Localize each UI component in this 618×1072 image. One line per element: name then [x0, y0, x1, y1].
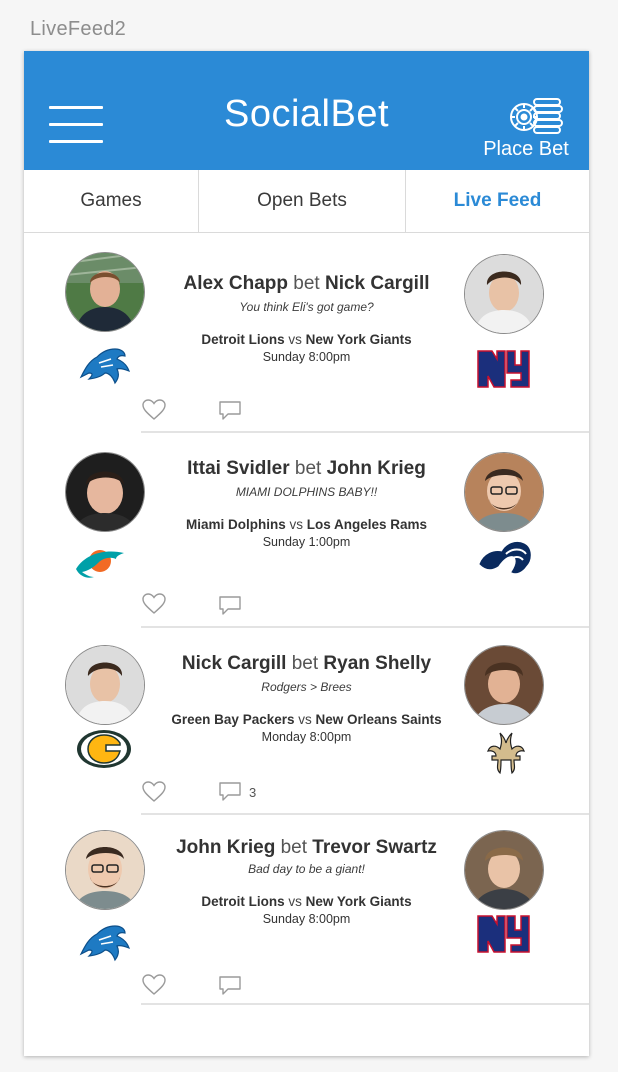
vs-label: vs	[289, 517, 303, 532]
matchup: Detroit Lions vs New York Giants	[154, 332, 459, 347]
opponent-name[interactable]: Ryan Shelly	[323, 653, 431, 674]
bet-summary: Alex Chapp bet Nick Cargill You think El…	[154, 273, 459, 364]
tab-bar: Games Open Bets Live Feed	[24, 170, 589, 233]
phone-screen: SocialBet Place Bet Games Open Bets Live…	[24, 51, 589, 1056]
opponent-name[interactable]: Trevor Swartz	[312, 837, 437, 858]
bettor-name[interactable]: Alex Chapp	[183, 273, 288, 294]
team-a: Green Bay Packers	[171, 712, 295, 727]
tab-live-feed[interactable]: Live Feed	[405, 170, 589, 232]
bet-word: bet	[294, 458, 322, 479]
bet-quote: MIAMI DOLPHINS BABY!!	[235, 485, 378, 499]
los-angeles-rams-logo	[476, 536, 536, 580]
bet-summary: Ittai Svidler bet John Krieg MIAMI DOLPH…	[154, 458, 459, 549]
team-b: New York Giants	[305, 332, 412, 347]
comment-bubble-icon[interactable]	[218, 400, 242, 422]
bet-quote: Rodgers > Brees	[261, 680, 352, 694]
opponent-avatar[interactable]	[465, 646, 543, 724]
vs-label: vs	[288, 894, 302, 909]
new-york-giants-logo	[476, 912, 536, 956]
place-bet-label: Place Bet	[483, 138, 569, 160]
detroit-lions-logo	[75, 343, 135, 387]
like-heart-icon[interactable]	[142, 399, 166, 421]
feed-item[interactable]: Nick Cargill bet Ryan Shelly Rodgers > B…	[24, 628, 589, 815]
like-heart-icon[interactable]	[142, 974, 166, 996]
miami-dolphins-logo	[72, 539, 132, 583]
game-time: Sunday 8:00pm	[262, 912, 351, 926]
team-b: New Orleans Saints	[315, 712, 442, 727]
team-a: Detroit Lions	[201, 332, 285, 347]
game-time: Monday 8:00pm	[261, 730, 352, 744]
team-b: Los Angeles Rams	[306, 517, 428, 532]
bet-summary: John Krieg bet Trevor Swartz Bad day to …	[154, 837, 459, 926]
bet-quote: Bad day to be a giant!	[248, 862, 365, 876]
comment-bubble-icon[interactable]	[218, 595, 242, 617]
vs-label: vs	[288, 332, 302, 347]
like-heart-icon[interactable]	[142, 781, 166, 803]
matchup: Miami Dolphins vs Los Angeles Rams	[154, 517, 459, 532]
game-time: Sunday 8:00pm	[262, 350, 351, 364]
detroit-lions-logo	[75, 920, 135, 964]
team-a: Miami Dolphins	[185, 517, 286, 532]
bettor-avatar[interactable]	[66, 253, 144, 331]
casino-chips-icon	[510, 98, 563, 134]
vs-label: vs	[298, 712, 312, 727]
bet-quote: You think Eli's got game?	[239, 300, 374, 314]
comment-count: 3	[249, 785, 257, 800]
bettor-name[interactable]: Ittai Svidler	[187, 458, 289, 479]
feed-divider	[141, 1003, 589, 1005]
opponent-avatar[interactable]	[465, 453, 543, 531]
place-bet-button[interactable]: Place Bet	[483, 97, 569, 161]
team-a: Detroit Lions	[201, 894, 285, 909]
opponent-avatar[interactable]	[465, 831, 543, 909]
new-orleans-saints-logo	[476, 731, 536, 775]
bet-word: bet	[291, 653, 319, 674]
matchup: Green Bay Packers vs New Orleans Saints	[154, 712, 459, 727]
opponent-name[interactable]: Nick Cargill	[325, 273, 430, 294]
tab-games[interactable]: Games	[24, 170, 198, 232]
bet-word: bet	[280, 837, 308, 858]
bettor-avatar[interactable]	[66, 646, 144, 724]
app-header: SocialBet Place Bet	[24, 51, 589, 170]
new-york-giants-logo	[476, 347, 536, 391]
artboard-label: LiveFeed2	[30, 18, 127, 40]
bet-word: bet	[293, 273, 320, 294]
feed-item[interactable]: Ittai Svidler bet John Krieg MIAMI DOLPH…	[24, 433, 589, 628]
opponent-avatar[interactable]	[465, 255, 543, 333]
green-bay-packers-logo	[74, 727, 134, 771]
comment-bubble-icon[interactable]	[218, 781, 242, 803]
feed-item[interactable]: Alex Chapp bet Nick Cargill You think El…	[24, 233, 589, 433]
game-time: Sunday 1:00pm	[262, 535, 351, 549]
comment-bubble-icon[interactable]	[218, 975, 242, 997]
bet-summary: Nick Cargill bet Ryan Shelly Rodgers > B…	[154, 653, 459, 744]
team-b: New York Giants	[305, 894, 412, 909]
like-heart-icon[interactable]	[142, 593, 166, 615]
opponent-name[interactable]: John Krieg	[327, 458, 426, 479]
tab-open-bets[interactable]: Open Bets	[198, 170, 405, 232]
feed-item[interactable]: John Krieg bet Trevor Swartz Bad day to …	[24, 814, 589, 1005]
bettor-avatar[interactable]	[66, 831, 144, 909]
bettor-name[interactable]: John Krieg	[176, 837, 275, 858]
matchup: Detroit Lions vs New York Giants	[154, 894, 459, 909]
bettor-name[interactable]: Nick Cargill	[182, 653, 287, 674]
bettor-avatar[interactable]	[66, 453, 144, 531]
